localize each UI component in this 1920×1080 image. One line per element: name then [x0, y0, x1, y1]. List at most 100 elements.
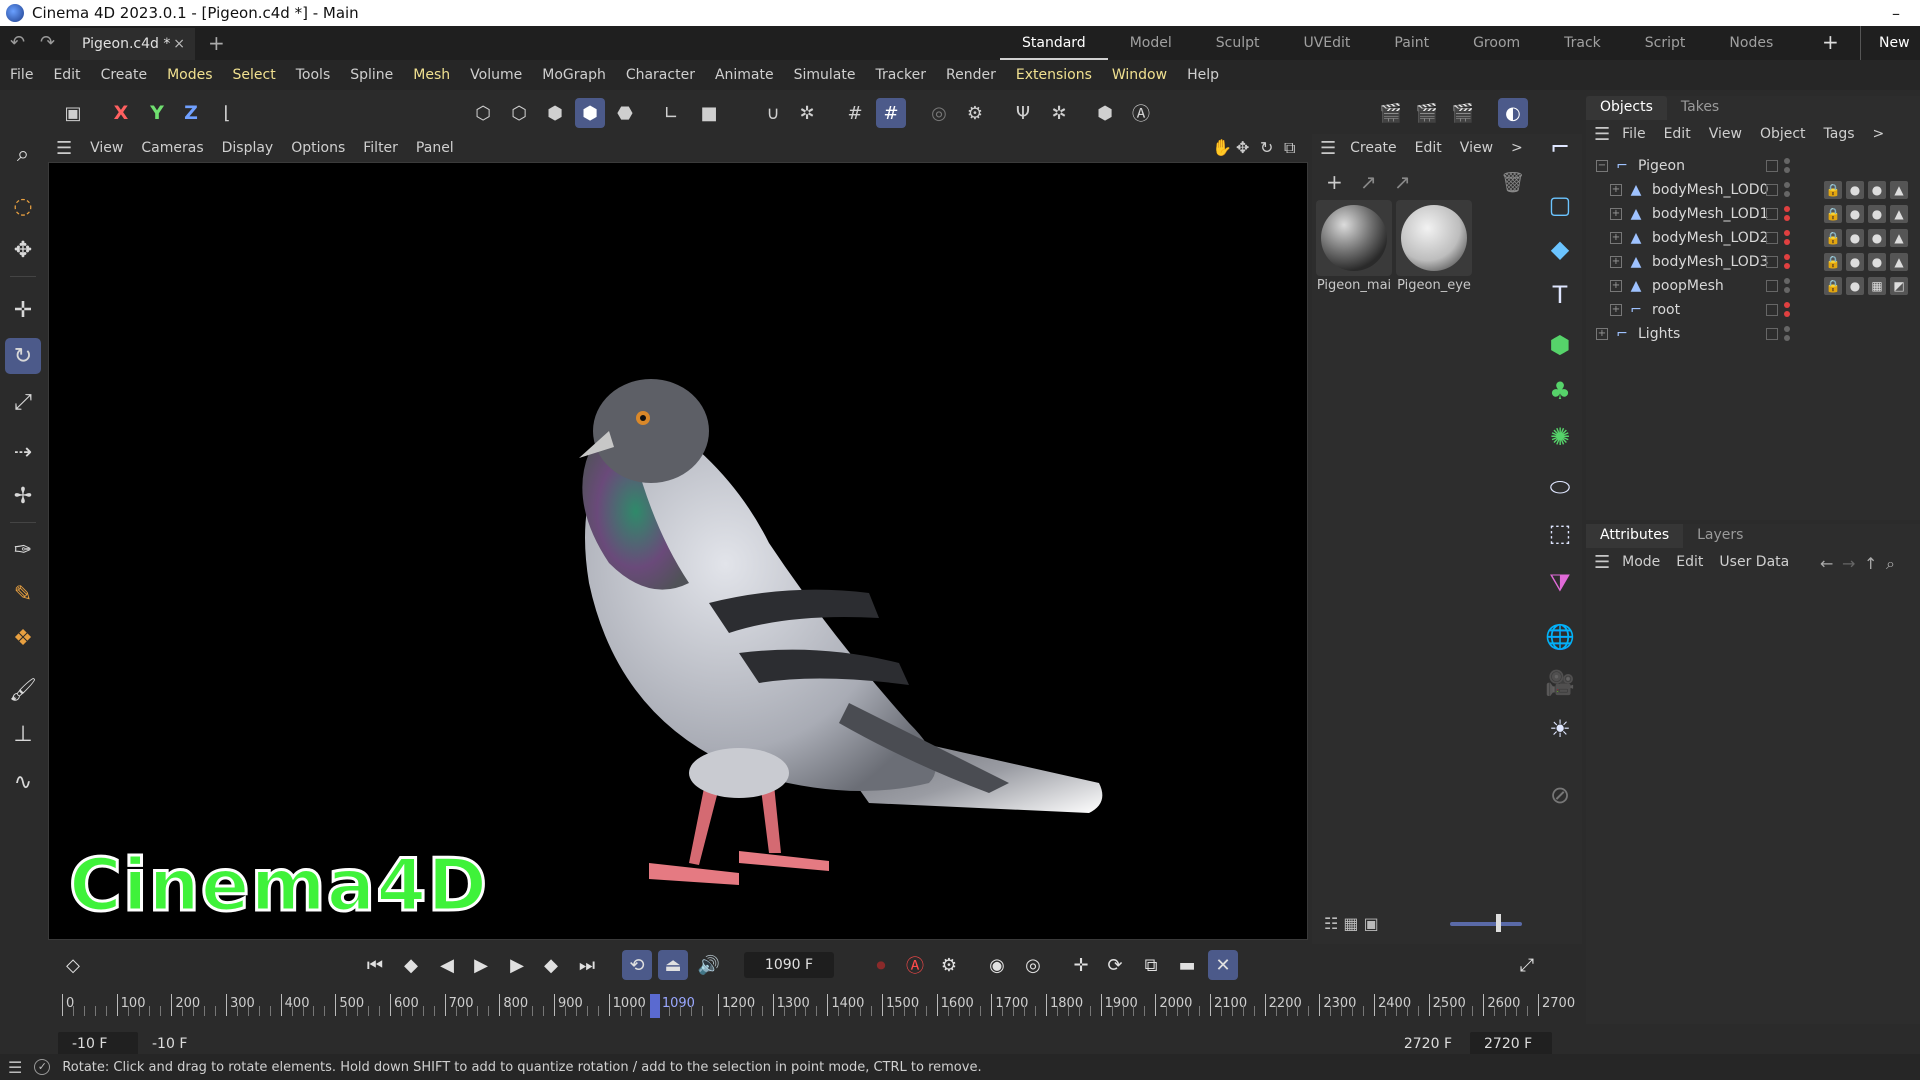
edit-toggle-icon[interactable] — [1766, 184, 1778, 196]
null-object-icon[interactable]: ⌐ — [1541, 128, 1579, 166]
attributes-menu-edit[interactable]: Edit — [1676, 554, 1703, 570]
document-tab[interactable]: Pigeon.c4d * × — [70, 28, 195, 60]
tab-takes[interactable]: Takes — [1667, 96, 1733, 120]
range-start-field[interactable]: -10 F — [58, 1032, 138, 1056]
scene-node-icon[interactable]: ⧩ — [1541, 564, 1579, 602]
transfer-tool-icon[interactable]: ⇢ — [5, 434, 41, 470]
render-visibility-dot[interactable] — [1784, 263, 1790, 269]
material-tag-icon[interactable]: ● — [1846, 229, 1864, 247]
object-row-bodymesh-lod3[interactable]: + ▲ bodyMesh_LOD3 🔒 ● ● ▲ — [1586, 250, 1920, 274]
menu-tracker[interactable]: Tracker — [875, 67, 926, 83]
deformer-icon[interactable]: ⬭ — [1541, 468, 1579, 506]
material-tag-icon[interactable]: ● — [1868, 253, 1886, 271]
forward-arrow-icon[interactable]: → — [1842, 554, 1855, 573]
editor-visibility-dot[interactable] — [1784, 182, 1790, 188]
material-tag-icon[interactable]: ● — [1846, 277, 1864, 295]
menu-help[interactable]: Help — [1187, 67, 1219, 83]
layout-tab-uvedit[interactable]: UVEdit — [1281, 26, 1372, 60]
attributes-menu-mode[interactable]: Mode — [1622, 554, 1660, 570]
render-visibility-dot[interactable] — [1784, 239, 1790, 245]
model-mode-icon[interactable]: ▣ — [58, 98, 88, 128]
material-menu-more-icon[interactable]: > — [1511, 140, 1523, 156]
loop-icon[interactable]: ⟲ — [622, 950, 652, 980]
symmetry-settings-icon[interactable]: ✲ — [1044, 98, 1074, 128]
frame-ruler[interactable]: 0 100 200 300 400 500 600 700 800 900 1000 1090 1200… — [60, 994, 1575, 1026]
play-icon[interactable]: ▶ — [466, 950, 496, 980]
expand-toggle-icon[interactable]: + — [1610, 232, 1622, 244]
layout-tab-nodes[interactable]: Nodes — [1707, 26, 1795, 60]
menu-create[interactable]: Create — [101, 67, 148, 83]
menu-mesh[interactable]: Mesh — [413, 67, 450, 83]
maximize-view-icon[interactable]: ⧉ — [1284, 138, 1295, 158]
expand-toggle-icon[interactable]: + — [1610, 256, 1622, 268]
preview-start-label[interactable]: -10 F — [142, 1032, 252, 1056]
viewport-menu-panel[interactable]: Panel — [416, 140, 454, 156]
points-mode-icon[interactable]: ⬡ — [468, 98, 498, 128]
layout-tab-paint[interactable]: Paint — [1372, 26, 1451, 60]
expand-toggle-icon[interactable]: + — [1596, 328, 1608, 340]
object-mode-icon[interactable]: ⬢ — [575, 98, 605, 128]
brush-tool-icon[interactable]: 🖌 — [5, 672, 41, 708]
path-tool-icon[interactable]: ∿ — [5, 764, 41, 800]
material-tag-icon[interactable]: ● — [1868, 181, 1886, 199]
timeline-graph-icon[interactable]: ⤢ — [1512, 950, 1542, 980]
axis-mode-icon[interactable]: ∟ — [656, 98, 686, 128]
viewport-menu-view[interactable]: View — [90, 140, 123, 156]
minimize-button[interactable]: – — [1872, 0, 1920, 26]
edit-toggle-icon[interactable] — [1766, 232, 1778, 244]
edit-toggle-icon[interactable] — [1766, 208, 1778, 220]
live-selection-icon[interactable]: ◌ — [5, 188, 41, 224]
editor-visibility-dot[interactable] — [1784, 158, 1790, 164]
key-rotation-icon[interactable]: ◎ — [1018, 950, 1048, 980]
next-key-icon[interactable]: ◆ — [536, 950, 566, 980]
magnet-icon[interactable]: ∪ — [758, 98, 788, 128]
lock-tag-icon[interactable]: 🔒 — [1824, 181, 1842, 199]
editor-visibility-dot[interactable] — [1784, 302, 1790, 308]
objects-hamburger-icon[interactable]: ☰ — [1594, 124, 1610, 145]
environment-icon[interactable]: 🌐 — [1541, 618, 1579, 656]
spline-pen-icon[interactable]: ✑ — [5, 532, 41, 568]
up-arrow-icon[interactable]: ↑ — [1864, 554, 1877, 573]
objects-menu-object[interactable]: Object — [1760, 126, 1806, 142]
material-menu-create[interactable]: Create — [1350, 140, 1397, 156]
add-layout-icon[interactable]: + — [1822, 30, 1839, 54]
render-settings-gear-icon[interactable]: ⚙ — [960, 98, 990, 128]
timeline-playhead[interactable] — [649, 994, 660, 1018]
menu-edit[interactable]: Edit — [53, 67, 80, 83]
uv-mode-icon[interactable]: ⬣ — [610, 98, 640, 128]
viewport-menu-display[interactable]: Display — [222, 140, 274, 156]
material-swatch-pigeon-main[interactable]: Pigeon_mai — [1316, 200, 1392, 293]
layout-tab-groom[interactable]: Groom — [1451, 26, 1542, 60]
extrude-tool-icon[interactable]: ❖ — [5, 620, 41, 656]
gear-axis-icon[interactable]: ✲ — [792, 98, 822, 128]
material-size-slider[interactable] — [1450, 922, 1522, 926]
selection-tools-icon[interactable]: ✥ — [5, 232, 41, 268]
keyframe-settings-icon[interactable]: ⚙ — [934, 950, 964, 980]
render-visibility-dot[interactable] — [1784, 215, 1790, 221]
objects-menu-view[interactable]: View — [1709, 126, 1742, 142]
edit-toggle-icon[interactable] — [1766, 304, 1778, 316]
material-menu-edit[interactable]: Edit — [1415, 140, 1442, 156]
3d-viewport[interactable]: Cinema4D — [48, 162, 1308, 940]
objects-menu-more-icon[interactable]: > — [1873, 126, 1885, 142]
record-active-objects-icon[interactable]: ⏺ — [866, 950, 896, 980]
object-row-bodymesh-lod2[interactable]: + ▲ bodyMesh_LOD2 🔒 ● ● ▲ — [1586, 226, 1920, 250]
field-icon[interactable]: ⬚ — [1541, 514, 1579, 552]
material-size-slider-handle[interactable] — [1496, 914, 1501, 932]
cube-icon[interactable]: ◆ — [1541, 230, 1579, 268]
menu-character[interactable]: Character — [626, 67, 695, 83]
material-menu-view[interactable]: View — [1460, 140, 1493, 156]
symmetry-icon[interactable]: Ψ — [1008, 98, 1038, 128]
material-hamburger-icon[interactable]: ☰ — [1320, 138, 1336, 159]
coordinate-system-icon[interactable]: ⌊ — [212, 98, 242, 128]
render-status-icon[interactable]: ◐ — [1498, 98, 1528, 128]
go-to-end-icon[interactable]: ⏭ — [572, 950, 602, 980]
object-row-bodymesh-lod1[interactable]: + ▲ bodyMesh_LOD1 🔒 ● ● ▲ — [1586, 202, 1920, 226]
lock-tag-icon[interactable]: 🔒 — [1824, 205, 1842, 223]
editor-visibility-dot[interactable] — [1784, 254, 1790, 260]
previous-frame-icon[interactable]: ◀ — [432, 950, 462, 980]
layout-tab-track[interactable]: Track — [1542, 26, 1623, 60]
expand-toggle-icon[interactable]: + — [1610, 208, 1622, 220]
menu-animate[interactable]: Animate — [715, 67, 774, 83]
render-settings-icon[interactable]: 🎬 — [1448, 98, 1478, 128]
